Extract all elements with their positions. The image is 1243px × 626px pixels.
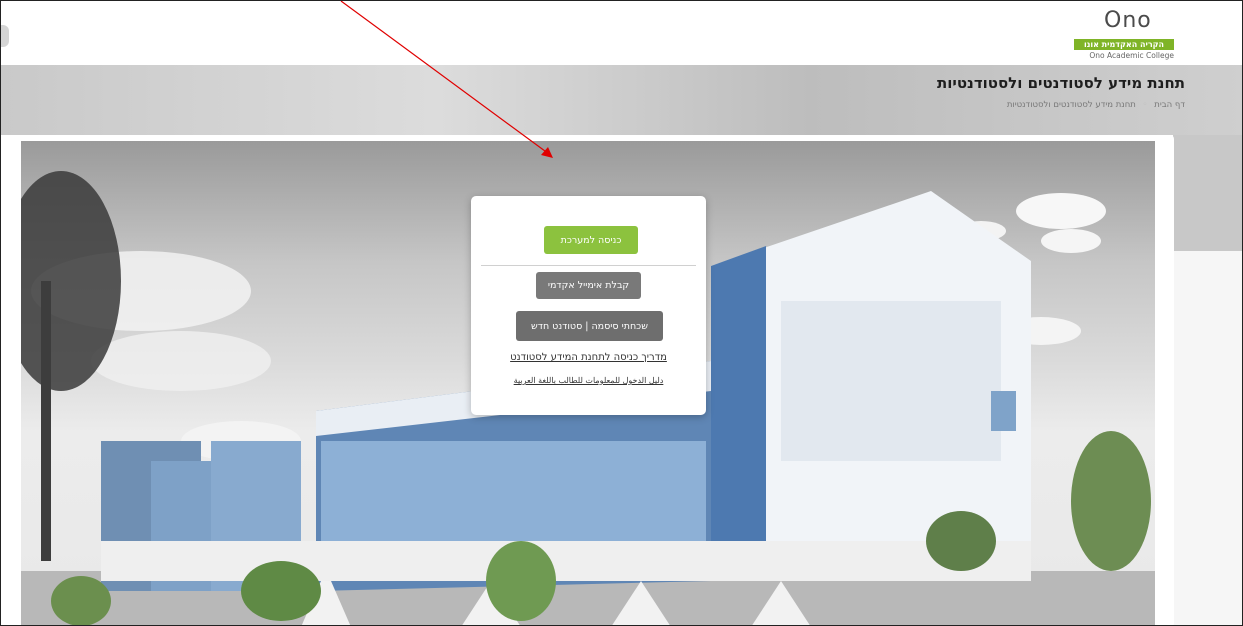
arabic-guide-link[interactable]: دليل الدخول للمعلومات للطالب باللغة العر… <box>471 376 706 385</box>
breadcrumb-current: תחנת מידע לסטודנטים ולסטודנטיות <box>1006 100 1136 110</box>
college-logo[interactable]: Ono הקריה האקדמית אונו Ono Academic Coll… <box>1074 9 1174 61</box>
logo-hebrew-name: הקריה האקדמית אונו <box>1074 39 1174 50</box>
logo-english-name: Ono Academic College <box>1089 51 1174 60</box>
forgot-password-new-student-button[interactable]: שכחתי סיסמה | סטודנט חדש <box>516 311 663 341</box>
page-title: תחנת מידע לסטודנטים ולסטודנטיות <box>937 74 1185 92</box>
login-guide-link[interactable]: מדריך כניסה לתחנת המידע לסטודנט <box>471 352 706 363</box>
system-login-button[interactable]: כניסה למערכת <box>544 226 638 254</box>
logo-mark: Ono <box>1104 8 1152 33</box>
breadcrumb-home-link[interactable]: דף הבית <box>1154 100 1185 110</box>
card-divider <box>481 265 696 266</box>
site-header: Ono הקריה האקדמית אונו Ono Academic Coll… <box>1 1 1242 65</box>
breadcrumb-separator: ◦ <box>1142 100 1148 110</box>
side-panel-top <box>1173 135 1242 251</box>
academic-email-button[interactable]: קבלת אימייל אקדמי <box>536 272 641 299</box>
side-panel-bottom <box>1173 251 1242 625</box>
side-toggle-handle[interactable] <box>1 25 9 47</box>
breadcrumb: דף הבית ◦ תחנת מידע לסטודנטים ולסטודנטיו… <box>1007 100 1185 110</box>
browser-viewport: Ono הקריה האקדמית אונו Ono Academic Coll… <box>0 0 1243 626</box>
login-card: כניסה למערכת קבלת אימייל אקדמי שכחתי סיס… <box>471 196 706 415</box>
